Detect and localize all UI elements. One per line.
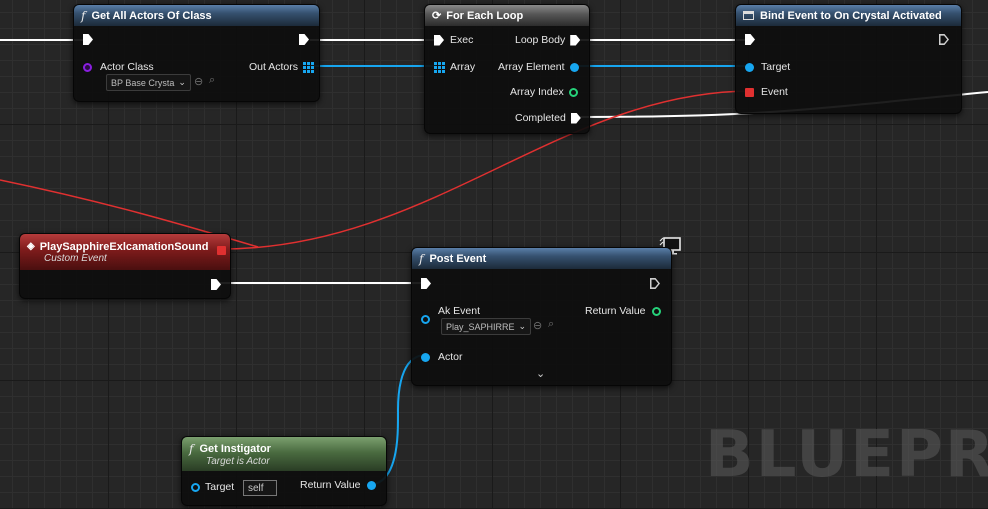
exec-label: Exec	[450, 34, 474, 46]
function-icon: f	[189, 441, 194, 456]
node-header: f Get All Actors Of Class	[74, 5, 319, 26]
chevron-down-icon: ⌄	[518, 321, 527, 331]
exec-out-icon	[650, 278, 660, 289]
out-actors-pin[interactable]: Out Actors	[249, 61, 315, 73]
exec-in-icon	[421, 278, 431, 289]
loop-body-label: Loop Body	[515, 34, 566, 46]
node-get-all-actors-of-class[interactable]: f Get All Actors Of Class Actor Class BP…	[73, 4, 320, 102]
exec-out-pin[interactable]	[299, 34, 309, 45]
exec-out-icon	[570, 112, 581, 124]
exec-in-pin[interactable]	[745, 34, 755, 45]
function-icon: f	[81, 8, 86, 23]
object-pin-icon	[421, 352, 430, 362]
exec-in-icon	[745, 34, 755, 45]
node-header: f Get Instigator Target is Actor	[182, 437, 386, 471]
node-title: Get All Actors Of Class	[91, 9, 212, 22]
exec-out-icon	[570, 34, 581, 46]
exec-out-icon	[299, 34, 309, 45]
object-pin-icon	[421, 315, 430, 324]
exec-in-pin[interactable]	[421, 278, 431, 289]
node-header: f Post Event	[412, 248, 671, 269]
node-subtitle: Custom Event	[44, 252, 107, 264]
event-pin[interactable]: Event	[745, 86, 788, 98]
array-index-pin[interactable]: Array Index	[510, 86, 578, 98]
completed-pin[interactable]: Completed	[515, 112, 581, 124]
return-value-label: Return Value	[300, 479, 361, 491]
target-label: Target	[205, 481, 235, 493]
ak-event-value: Play_SAPHIRRE	[446, 321, 515, 332]
exec-in-pin[interactable]: Exec	[434, 34, 473, 46]
loop-body-pin[interactable]: Loop Body	[515, 34, 581, 46]
search-icon[interactable]: ⌕	[209, 74, 215, 87]
node-for-each-loop[interactable]: ⟳ For Each Loop Exec Loop Body Array Arr…	[424, 4, 590, 134]
actor-class-pin[interactable]: Actor Class	[83, 61, 154, 73]
return-value-pin[interactable]: Return Value	[585, 305, 661, 317]
chevron-down-icon[interactable]: ⌄	[536, 367, 545, 380]
completed-label: Completed	[515, 112, 566, 124]
node-title: Get Instigator	[199, 442, 271, 455]
ak-event-dropdown[interactable]: Play_SAPHIRRE ⌄	[441, 318, 532, 335]
node-title: PlaySapphireExlcamationSound	[39, 240, 209, 253]
int-pin-icon	[651, 306, 661, 316]
array-element-pin[interactable]: Array Element	[498, 61, 579, 73]
node-get-instigator[interactable]: f Get Instigator Target is Actor Target …	[181, 436, 387, 506]
ak-event-label: Ak Event	[438, 305, 481, 317]
target-value: self	[248, 482, 264, 494]
target-pin[interactable]: Target	[191, 481, 234, 493]
exec-out-icon	[211, 279, 221, 290]
array-label: Array	[450, 61, 476, 73]
event-icon: ◈	[27, 241, 35, 252]
array-index-label: Array Index	[510, 86, 564, 98]
array-pin-icon	[434, 61, 445, 73]
delegate-icon	[743, 11, 754, 20]
node-title: Post Event	[429, 252, 487, 265]
return-value-label: Return Value	[585, 305, 646, 317]
node-title: For Each Loop	[446, 9, 524, 22]
array-pin-icon	[303, 61, 315, 73]
search-icon[interactable]: ⌕	[548, 318, 554, 331]
object-pin-icon	[191, 482, 200, 492]
return-value-pin[interactable]: Return Value	[300, 479, 376, 491]
node-header: ⟳ For Each Loop	[425, 5, 589, 26]
exec-out-pin[interactable]	[650, 278, 660, 289]
event-label: Event	[761, 86, 788, 98]
object-pin-icon	[745, 62, 754, 72]
target-pin[interactable]: Target	[745, 61, 790, 73]
actor-class-value: BP Base Crysta	[111, 77, 175, 88]
exec-out-pin[interactable]	[939, 34, 949, 45]
actor-pin[interactable]: Actor	[421, 351, 463, 363]
object-pin-icon	[569, 62, 579, 72]
object-pin-icon	[366, 480, 376, 490]
node-subtitle: Target is Actor	[206, 455, 270, 467]
node-post-event[interactable]: f Post Event Ak Event Play_SAPHIRRE ⌄ ⊖ …	[411, 247, 672, 386]
function-icon: f	[419, 251, 424, 266]
array-element-label: Array Element	[498, 61, 565, 73]
blueprint-watermark: BLUEPRI	[705, 418, 988, 492]
actor-label: Actor	[438, 351, 463, 363]
node-header: ◈ PlaySapphireExlcamationSound Custom Ev…	[20, 234, 230, 270]
actor-class-label: Actor Class	[100, 61, 154, 73]
browse-icon[interactable]: ⊖	[194, 75, 203, 88]
exec-out-pin[interactable]	[211, 279, 221, 290]
delegate-pin-icon	[745, 87, 754, 97]
exec-in-icon	[434, 34, 444, 46]
browse-icon[interactable]: ⊖	[533, 319, 542, 332]
out-actors-label: Out Actors	[249, 61, 299, 73]
delegate-out-pin[interactable]	[217, 246, 226, 255]
int-pin-icon	[568, 87, 578, 97]
exec-in-icon	[83, 34, 93, 45]
chevron-down-icon: ⌄	[178, 77, 186, 87]
target-self-field[interactable]: self	[243, 480, 277, 496]
class-pin-icon	[83, 62, 92, 72]
node-header: Bind Event to On Crystal Activated	[736, 5, 961, 26]
exec-out-icon	[939, 34, 949, 45]
actor-class-dropdown[interactable]: BP Base Crysta ⌄	[106, 74, 191, 91]
exec-in-pin[interactable]	[83, 34, 93, 45]
node-custom-event[interactable]: ◈ PlaySapphireExlcamationSound Custom Ev…	[19, 233, 231, 299]
loop-icon: ⟳	[432, 10, 442, 22]
node-bind-event[interactable]: Bind Event to On Crystal Activated Targe…	[735, 4, 962, 114]
array-pin[interactable]: Array	[434, 61, 475, 73]
node-title: Bind Event to On Crystal Activated	[760, 9, 942, 22]
target-label: Target	[761, 61, 791, 73]
